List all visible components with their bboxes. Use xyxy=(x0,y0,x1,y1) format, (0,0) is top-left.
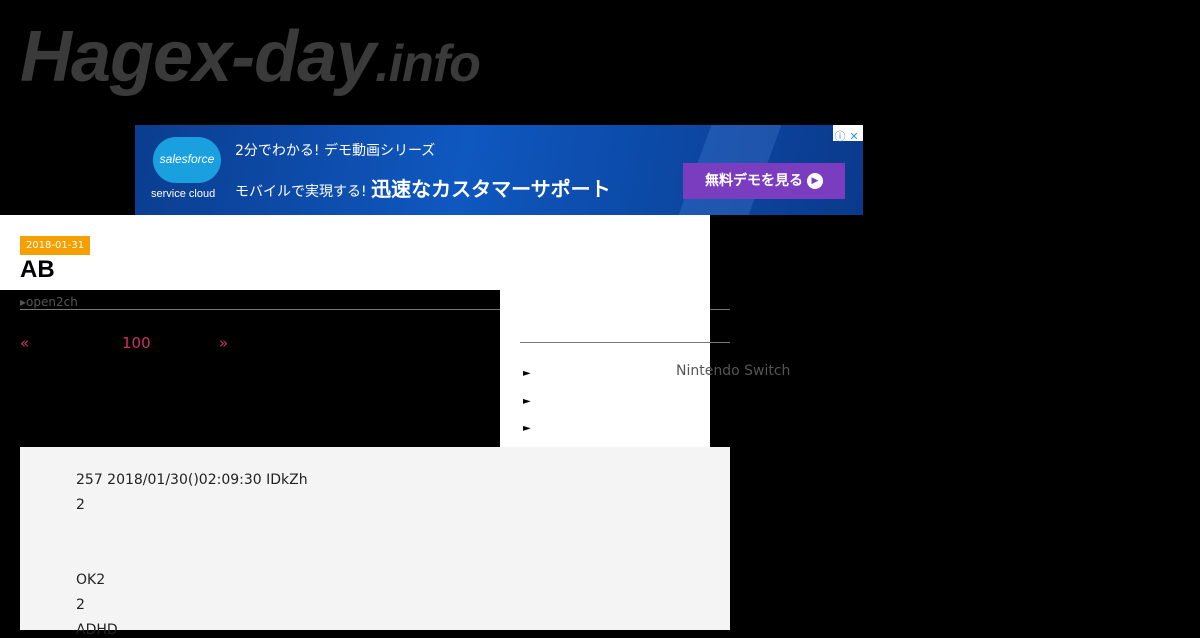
sidebar-item-bullet[interactable]: ► xyxy=(523,396,531,407)
logo-suffix: .info xyxy=(375,35,481,93)
play-icon: ▶ xyxy=(807,173,823,189)
post-line: ADHD xyxy=(76,622,118,638)
ad-brand: salesforce xyxy=(159,152,215,166)
article-header-panel xyxy=(0,215,710,290)
ad-subheadline-prefix: モバイルで実現する! xyxy=(235,184,367,200)
ad-subheadline: モバイルで実現する! 迅速なカスタマーサポート xyxy=(235,173,611,202)
ad-cta-label: 無料デモを見る xyxy=(705,173,803,189)
ad-headline: 2分でわかる! デモ動画シリーズ xyxy=(235,143,436,159)
ad-cta-button[interactable]: 無料デモを見る ▶ xyxy=(683,163,845,199)
post-header: 257 2018/01/30()02:09:30 IDkZh xyxy=(76,472,308,488)
ad-banner[interactable]: salesforce service cloud 2分でわかる! デモ動画シリー… xyxy=(135,125,863,215)
next-article-link[interactable]: » xyxy=(219,334,228,352)
ad-subheadline-emphasis: 迅速なカスタマーサポート xyxy=(371,177,611,201)
close-icon[interactable]: ✕ xyxy=(847,129,861,145)
category-link[interactable]: ▸open2ch xyxy=(20,295,78,309)
article-title: AB xyxy=(20,256,55,283)
site-logo[interactable]: Hagex-day.info xyxy=(20,16,481,98)
sidebar-item-bullet[interactable]: ► xyxy=(523,423,531,434)
sidebar-item-bullet[interactable]: ► xyxy=(523,368,531,379)
post-line: 2 xyxy=(76,497,85,513)
post-line: OK2 xyxy=(76,572,106,588)
prev-article-link[interactable]: « xyxy=(20,334,29,352)
post-line: 2 xyxy=(76,597,85,613)
related-link[interactable]: 100 xyxy=(122,334,151,352)
sidebar-divider xyxy=(520,342,730,343)
ad-brand-sub: service cloud xyxy=(151,188,216,200)
sidebar-item-text[interactable]: Nintendo Switch xyxy=(676,363,790,379)
post-date: 2018-01-31 xyxy=(20,236,90,255)
logo-main: Hagex-day xyxy=(20,17,376,97)
info-icon[interactable]: ⓘ xyxy=(833,129,847,145)
ad-choices: ⓘ ✕ xyxy=(833,125,863,143)
